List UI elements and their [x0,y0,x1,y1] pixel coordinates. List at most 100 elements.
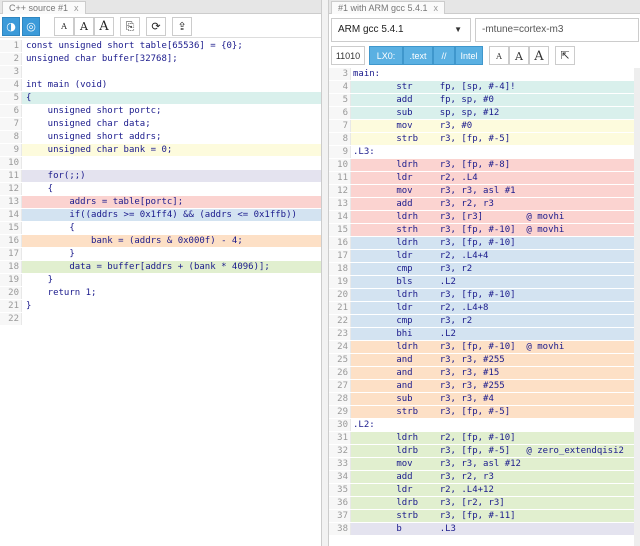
asm-code-line[interactable]: 28 sub r3, r3, #4 [329,393,640,405]
asm-code-line[interactable]: 8 strb r3, [fp, #-5] [329,133,640,145]
chevron-down-icon: ▼ [454,25,462,34]
intel-syntax-toggle[interactable]: Intel [455,46,483,65]
line-text: int main (void) [26,80,108,90]
line-number: 14 [0,209,22,221]
asm-code-line[interactable]: 26 and r3, r3, #15 [329,367,640,379]
line-number: 36 [329,497,351,509]
line-text: unsigned short addrs; [26,132,162,142]
font-large-button[interactable]: A [529,46,549,65]
contrast-icon[interactable]: ◑ [2,17,20,36]
font-medium-button[interactable]: A [509,46,529,65]
labels-toggle[interactable]: LX0: [369,46,403,65]
source-code-line[interactable]: 21} [0,300,321,312]
font-small-button[interactable]: A [489,46,509,65]
tab-source[interactable]: C++ source #1 x [2,1,86,14]
asm-code-line[interactable]: 9 .L3: [329,146,640,158]
asm-code-line[interactable]: 3 main: [329,68,640,80]
tab-compiler[interactable]: #1 with ARM gcc 5.4.1 x [331,1,446,14]
asm-code-line[interactable]: 15 strh r3, [fp, #-10] @ movhi [329,224,640,236]
asm-code-line[interactable]: 36 ldrb r3, [r2, r3] [329,497,640,509]
asm-code-line[interactable]: 29 strb r3, [fp, #-5] [329,406,640,418]
line-text: ldrh r2, [fp, #-10] [353,433,516,443]
asm-code-line[interactable]: 4 str fp, [sp, #-4]! [329,81,640,93]
asm-code-line[interactable]: 22 cmp r3, r2 [329,315,640,327]
line-text: sub r3, r3, #4 [353,394,494,404]
popout-icon[interactable]: ⇱ [555,46,575,65]
source-code-line[interactable]: 8 unsigned short addrs; [0,131,321,143]
source-code-line[interactable]: 5{ [0,92,321,104]
line-text: and r3, r3, #255 [353,381,505,391]
asm-code-line[interactable]: 31 ldrh r2, [fp, #-10] [329,432,640,444]
source-code-line[interactable]: 11 for(;;) [0,170,321,182]
source-code-line[interactable]: 14 if((addrs >= 0x1ff4) && (addrs <= 0x1… [0,209,321,221]
source-code-line[interactable]: 17 } [0,248,321,260]
asm-code-line[interactable]: 33 mov r3, r3, asl #12 [329,458,640,470]
scrollbar[interactable] [634,68,640,546]
asm-code-line[interactable]: 13 add r3, r2, r3 [329,198,640,210]
line-number: 9 [0,144,22,156]
asm-code-line[interactable]: 12 mov r3, r3, asl #1 [329,185,640,197]
line-number: 10 [0,157,22,169]
line-text: strb r3, [fp, #-11] [353,511,516,521]
line-text: const unsigned short table[65536] = {0}; [26,41,243,51]
source-code-area[interactable]: 1 const unsigned short table[65536] = {0}… [0,39,321,546]
source-code-line[interactable]: 12 { [0,183,321,195]
line-number: 7 [329,120,351,132]
asm-code-line[interactable]: 38 b .L3 [329,523,640,535]
source-code-line[interactable]: 6 unsigned short portc; [0,105,321,117]
target-icon[interactable]: ◎ [22,17,40,36]
font-medium-button[interactable]: A [74,17,94,36]
source-code-line[interactable]: 10 [0,157,321,169]
source-code-line[interactable]: 15 { [0,222,321,234]
asm-code-line[interactable]: 7 mov r3, #0 [329,120,640,132]
asm-code-line[interactable]: 35 ldr r2, .L4+12 [329,484,640,496]
compiler-options-input[interactable]: -mtune=cortex-m3 [475,18,639,42]
upload-icon[interactable]: ⇪ [172,17,192,36]
source-code-line[interactable]: 4 int main (void) [0,79,321,91]
font-small-button[interactable]: A [54,17,74,36]
source-toolbar: ◑ ◎ A A A ⎘ ⟳ ⇪ [0,14,321,38]
source-code-line[interactable]: 7 unsigned char data; [0,118,321,130]
asm-code-line[interactable]: 34 add r3, r2, r3 [329,471,640,483]
asm-code-line[interactable]: 6 sub sp, sp, #12 [329,107,640,119]
source-code-line[interactable]: 3 [0,66,321,78]
close-icon[interactable]: x [434,3,439,13]
source-code-line[interactable]: 9 unsigned char bank = 0; [0,144,321,156]
asm-code-line[interactable]: 18 cmp r3, r2 [329,263,640,275]
asm-code-line[interactable]: 32 ldrb r3, [fp, #-5] @ zero_extendqisi2 [329,445,640,457]
comments-toggle[interactable]: // [433,46,455,65]
line-number: 23 [329,328,351,340]
asm-code-line[interactable]: 16 ldrh r3, [fp, #-10] [329,237,640,249]
font-large-button[interactable]: A [94,17,114,36]
source-code-line[interactable]: 19 } [0,274,321,286]
asm-code-line[interactable]: 37 strb r3, [fp, #-11] [329,510,640,522]
source-code-line[interactable]: 2 unsigned char buffer[32768]; [0,53,321,65]
asm-code-line[interactable]: 19 bls .L2 [329,276,640,288]
directives-toggle[interactable]: .text [403,46,433,65]
asm-code-line[interactable]: 25 and r3, r3, #255 [329,354,640,366]
source-code-line[interactable]: 13 addrs = table[portc]; [0,196,321,208]
line-text: } [26,301,32,311]
close-icon[interactable]: x [74,3,79,13]
source-code-line[interactable]: 18 data = buffer[addrs + (bank * 4096)]; [0,261,321,273]
asm-code-line[interactable]: 27 and r3, r3, #255 [329,380,640,392]
asm-code-line[interactable]: 10 ldrh r3, [fp, #-8] [329,159,640,171]
asm-code-line[interactable]: 24 ldrh r3, [fp, #-10] @ movhi [329,341,640,353]
compiler-select[interactable]: ARM gcc 5.4.1 ▼ [331,18,471,42]
asm-code-line[interactable]: 14 ldrh r3, [r3] @ movhi [329,211,640,223]
source-code-line[interactable]: 22 [0,313,321,325]
source-code-line[interactable]: 20 return 1; [0,287,321,299]
asm-code-line[interactable]: 23 bhi .L2 [329,328,640,340]
binary-toggle[interactable]: 11010 [331,46,365,65]
asm-code-line[interactable]: 5 add fp, sp, #0 [329,94,640,106]
save-icon[interactable]: ⎘ [120,17,140,36]
asm-code-line[interactable]: 20 ldrh r3, [fp, #-10] [329,289,640,301]
asm-code-line[interactable]: 11 ldr r2, .L4 [329,172,640,184]
asm-code-line[interactable]: 30 .L2: [329,419,640,431]
assembly-output-area[interactable]: 3 main: 4 str fp, [sp, #-4]! 5 add fp, sp, … [329,68,640,546]
asm-code-line[interactable]: 17 ldr r2, .L4+4 [329,250,640,262]
source-code-line[interactable]: 1 const unsigned short table[65536] = {0}… [0,40,321,52]
reload-icon[interactable]: ⟳ [146,17,166,36]
source-code-line[interactable]: 16 bank = (addrs & 0x000f) - 4; [0,235,321,247]
asm-code-line[interactable]: 21 ldr r2, .L4+8 [329,302,640,314]
